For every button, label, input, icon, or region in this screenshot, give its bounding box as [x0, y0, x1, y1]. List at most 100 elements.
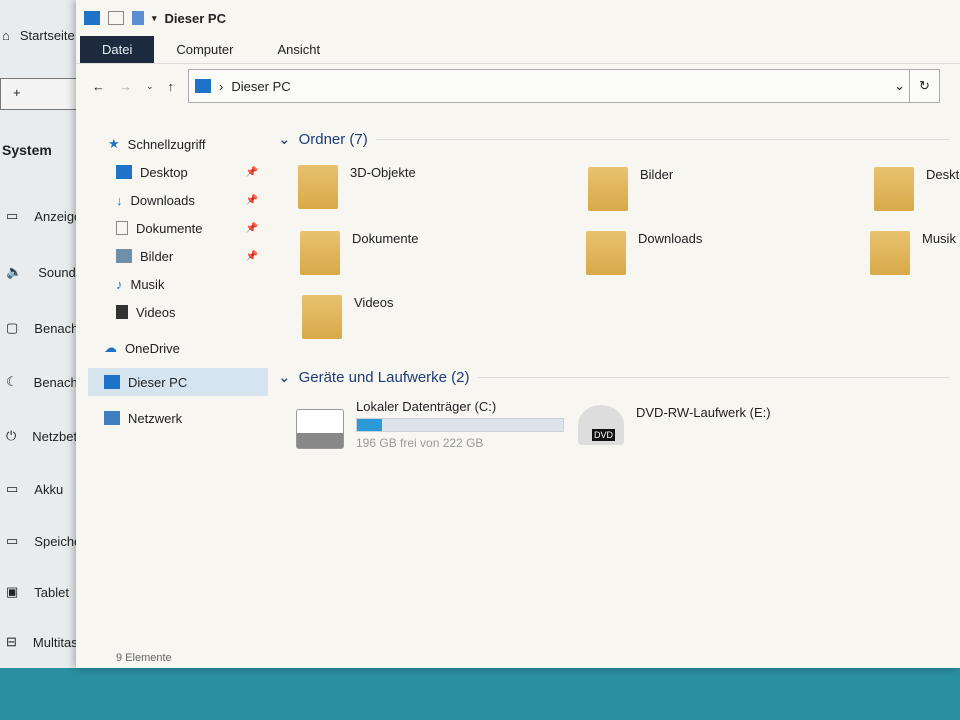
- folder-downloads[interactable]: Downloads: [586, 231, 702, 275]
- sidebar-item-videos[interactable]: Videos: [88, 298, 268, 326]
- windows-drive-icon: [296, 409, 344, 449]
- refresh-icon[interactable]: ↻: [909, 70, 939, 102]
- pin-icon[interactable]: 📌: [246, 223, 258, 234]
- drive-c[interactable]: Lokaler Datenträger (C:) 196 GB frei von…: [296, 399, 564, 450]
- power-icon: ⏻: [6, 428, 17, 443]
- drive-label: DVD-RW-Laufwerk (E:): [636, 405, 771, 420]
- group-title: Geräte und Laufwerke (2): [298, 368, 470, 386]
- folder-label: Musik: [922, 231, 956, 246]
- pin-icon[interactable]: 📌: [246, 167, 258, 178]
- sidebar-label: Desktop: [140, 164, 188, 180]
- folder-videos-icon: [302, 295, 342, 339]
- chevron-down-icon: ⌄: [278, 369, 291, 386]
- folder-downloads-icon: [586, 231, 626, 275]
- explorer-window: ▾ Dieser PC Datei Computer Ansicht ← → ⌄…: [76, 0, 960, 668]
- item-label: Anzeige: [34, 208, 82, 224]
- cloud-icon: ☁: [104, 340, 117, 355]
- window-title: Dieser PC: [164, 10, 226, 26]
- pc-icon: [195, 79, 212, 93]
- sidebar-label: Schnellzugriff: [127, 136, 206, 152]
- sidebar-item-onedrive[interactable]: ☁ OneDrive: [88, 334, 268, 362]
- moon-icon: ☾: [6, 374, 18, 389]
- folder-music-icon: [870, 231, 910, 275]
- navigation-pane: ★ Schnellzugriff Desktop 📌 ↓ Downloads 📌 Dok…: [88, 130, 268, 432]
- sidebar-label: Netzwerk: [128, 410, 183, 426]
- folder-label: Dokumente: [352, 231, 419, 246]
- settings-section-title: System: [2, 142, 52, 158]
- item-label: Tablet: [34, 584, 69, 600]
- content-pane: ⌄ Ordner (7) 3D-Objekte Bilder Desktop Do…: [272, 125, 960, 471]
- folder-label: 3D-Objekte: [350, 165, 416, 180]
- up-icon[interactable]: ↑: [168, 79, 175, 94]
- back-icon[interactable]: ←: [92, 79, 105, 94]
- drive-label: Lokaler Datenträger (C:): [356, 399, 497, 414]
- music-icon: ♪: [116, 276, 123, 292]
- title-bar: ▾ Dieser PC: [76, 0, 960, 36]
- sidebar-item-bilder[interactable]: Bilder 📌: [88, 242, 268, 270]
- sidebar-label: Dieser PC: [128, 374, 188, 390]
- item-label: Sound: [38, 264, 76, 280]
- folder-label: Bilder: [640, 167, 674, 182]
- pin-icon[interactable]: 📌: [246, 251, 258, 262]
- tab-datei[interactable]: Datei: [80, 36, 155, 63]
- sidebar-item-dokumente[interactable]: Dokumente 📌: [88, 214, 268, 242]
- sidebar-label: Videos: [136, 304, 176, 320]
- pc-icon: [104, 375, 120, 389]
- sidebar-label: Downloads: [130, 192, 195, 208]
- notification-icon: ▢: [6, 320, 19, 335]
- breadcrumb[interactable]: Dieser PC: [231, 79, 290, 94]
- storage-icon: ▭: [6, 533, 19, 548]
- pin-icon[interactable]: 📌: [246, 195, 258, 206]
- sidebar-item-schnellzugriff[interactable]: ★ Schnellzugriff: [88, 130, 268, 158]
- folder-3d-objekte[interactable]: 3D-Objekte: [298, 165, 416, 209]
- battery-icon: ▭: [6, 481, 19, 496]
- folder-label: Downloads: [638, 231, 703, 246]
- sidebar-item-dieser-pc[interactable]: Dieser PC: [88, 368, 268, 396]
- sidebar-item-downloads[interactable]: ↓ Downloads 📌: [88, 186, 268, 214]
- home-label: Startseite: [19, 28, 75, 43]
- folder-bilder[interactable]: Bilder: [588, 167, 673, 211]
- dvd-drive-icon: DVD: [578, 405, 624, 445]
- item-label: Akku: [34, 481, 64, 497]
- folder-dokumente[interactable]: Dokumente: [300, 231, 418, 275]
- home-icon: ⌂: [2, 28, 10, 43]
- new-folder-icon[interactable]: [132, 11, 144, 25]
- breadcrumb-chevron-icon: ›: [219, 78, 224, 94]
- properties-icon[interactable]: [108, 11, 124, 25]
- address-bar[interactable]: › Dieser PC ⌄ ↻: [188, 69, 940, 103]
- address-dropdown-icon[interactable]: ⌄: [894, 78, 905, 94]
- folder-musik[interactable]: Musik: [870, 231, 956, 275]
- quick-access-dropdown-icon[interactable]: ▾: [152, 13, 157, 24]
- sidebar-item-musik[interactable]: ♪ Musik: [88, 270, 268, 298]
- recent-dropdown-icon[interactable]: ⌄: [146, 81, 154, 92]
- folder-desktop-icon: [874, 167, 914, 211]
- status-bar: 9 Elemente: [116, 652, 172, 664]
- sidebar-item-desktop[interactable]: Desktop 📌: [88, 158, 268, 186]
- chevron-down-icon: ⌄: [278, 131, 291, 148]
- ribbon-tabs: Datei Computer Ansicht: [76, 36, 960, 64]
- folder-desktop[interactable]: Desktop: [874, 167, 960, 211]
- tab-ansicht[interactable]: Ansicht: [255, 36, 342, 63]
- document-icon: [116, 221, 128, 235]
- sidebar-label: Dokumente: [136, 220, 203, 236]
- desktop-icon: [116, 165, 132, 179]
- display-icon: ▭: [6, 208, 19, 223]
- sidebar-item-netzwerk[interactable]: Netzwerk: [88, 404, 268, 432]
- folder-videos[interactable]: Videos: [302, 295, 394, 339]
- settings-home[interactable]: ⌂ Startseite: [2, 28, 75, 43]
- network-icon: [104, 411, 120, 425]
- tablet-icon: ▣: [6, 584, 19, 599]
- forward-icon[interactable]: →: [119, 79, 132, 94]
- folder-3d-icon: [298, 165, 338, 209]
- sidebar-label: Musik: [130, 276, 165, 292]
- drive-e[interactable]: DVD DVD-RW-Laufwerk (E:): [578, 405, 771, 445]
- group-ordner[interactable]: ⌄ Ordner (7): [272, 125, 960, 153]
- tab-computer[interactable]: Computer: [154, 36, 255, 63]
- download-icon: ↓: [116, 192, 123, 208]
- group-geraete[interactable]: ⌄ Geräte und Laufwerke (2): [272, 363, 960, 391]
- multitasking-icon: ⊟: [6, 634, 17, 649]
- video-icon: [116, 305, 128, 319]
- folder-documents-icon: [300, 231, 340, 275]
- picture-icon: [116, 249, 132, 263]
- drive-free-space: 196 GB frei von 222 GB: [356, 436, 484, 450]
